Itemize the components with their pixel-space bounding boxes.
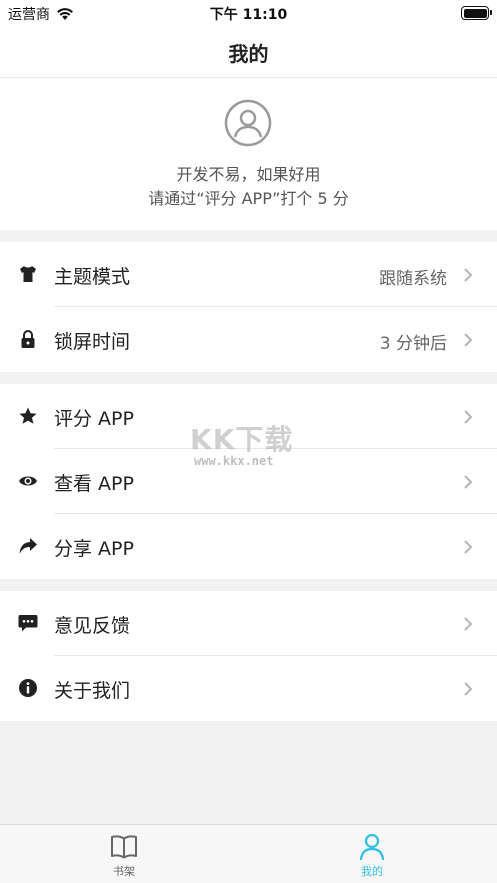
about-group: 意见反馈 关于我们 <box>0 591 497 721</box>
tab-label: 我的 <box>361 865 383 878</box>
tab-label: 书架 <box>113 865 135 878</box>
chevron-right-icon <box>464 333 473 347</box>
shirt-icon <box>20 266 36 282</box>
row-value: 跟随系统 <box>379 269 447 289</box>
rating-prompt-line1: 开发不易，如果好用 <box>176 165 321 184</box>
row-about-us[interactable]: 关于我们 <box>0 656 497 721</box>
row-label: 主题模式 <box>54 266 131 288</box>
row-label: 评分 APP <box>54 408 134 430</box>
row-share-app[interactable]: 分享 APP <box>0 514 497 579</box>
chevron-right-icon <box>464 540 473 554</box>
lock-icon <box>21 330 35 348</box>
nav-bar: 我的 <box>0 26 497 78</box>
chevron-right-icon <box>464 682 473 696</box>
status-bar: 运营商 下午 11:10 <box>0 0 497 26</box>
row-lock-time[interactable]: 锁屏时间 3 分钟后 <box>0 307 497 372</box>
row-label: 分享 APP <box>54 538 134 560</box>
row-theme-mode[interactable]: 主题模式 跟随系统 <box>0 242 497 307</box>
row-feedback[interactable]: 意见反馈 <box>0 591 497 656</box>
tab-mine[interactable]: 我的 <box>332 831 412 881</box>
info-icon <box>19 679 37 697</box>
row-view-app[interactable]: 查看 APP <box>0 449 497 514</box>
page-title: 我的 <box>228 42 269 66</box>
battery-icon <box>461 6 492 20</box>
tab-bar: 书架 我的 <box>0 824 497 883</box>
avatar-icon[interactable] <box>224 99 272 147</box>
chevron-right-icon <box>464 410 473 424</box>
row-label: 意见反馈 <box>54 615 131 637</box>
eye-icon <box>19 476 37 486</box>
share-icon <box>19 538 37 554</box>
chevron-right-icon <box>464 617 473 631</box>
person-icon <box>359 833 385 861</box>
row-value: 3 分钟后 <box>379 334 447 354</box>
row-label: 锁屏时间 <box>54 331 131 353</box>
status-time: 下午 11:10 <box>209 7 288 23</box>
row-label: 关于我们 <box>54 680 131 702</box>
rating-prompt-line2: 请通过“评分 APP”打个 5 分 <box>148 189 349 208</box>
book-icon <box>111 835 137 859</box>
profile-header: 开发不易，如果好用 请通过“评分 APP”打个 5 分 <box>0 78 497 230</box>
row-label: 查看 APP <box>54 473 134 495</box>
message-icon <box>18 615 38 632</box>
chevron-right-icon <box>464 268 473 282</box>
app-group: 评分 APP 查看 APP 分享 APP <box>0 384 497 579</box>
star-icon <box>19 407 37 424</box>
chevron-right-icon <box>464 475 473 489</box>
settings-group: 主题模式 跟随系统 锁屏时间 3 分钟后 <box>0 242 497 372</box>
tab-bookshelf[interactable]: 书架 <box>84 831 164 881</box>
row-rate-app[interactable]: 评分 APP <box>0 384 497 449</box>
